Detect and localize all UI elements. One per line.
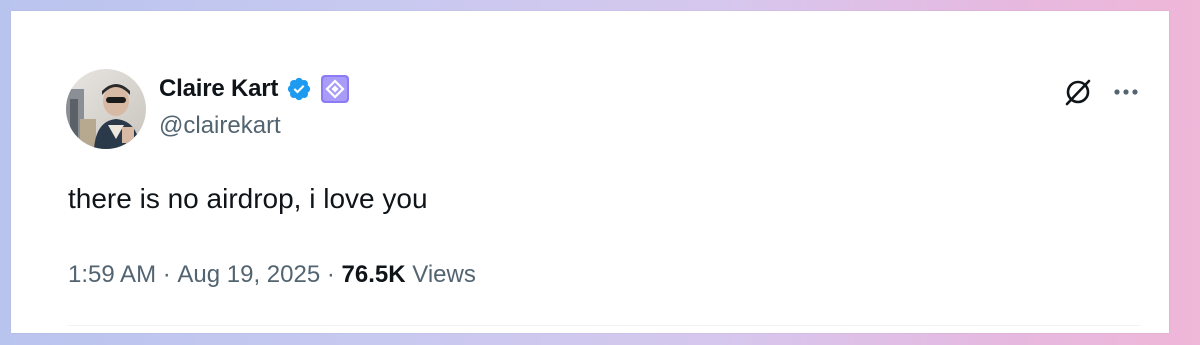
views-label[interactable]: Views: [412, 261, 476, 289]
grok-icon: [1065, 79, 1091, 106]
author-handle[interactable]: @clairekart: [159, 112, 281, 140]
tweet-card: Claire Kart @clairekart there is no aird…: [11, 11, 1169, 333]
meta-separator: [406, 261, 413, 289]
avatar-image: [66, 69, 146, 149]
more-options-icon: [1114, 89, 1138, 95]
views-count[interactable]: 76.5K: [342, 261, 406, 289]
tweet-time[interactable]: 1:59 AM: [68, 261, 156, 289]
author-name-row: Claire Kart: [159, 73, 350, 105]
avatar[interactable]: [66, 69, 146, 149]
gradient-frame: Claire Kart @clairekart there is no aird…: [0, 0, 1200, 345]
verified-badge-icon[interactable]: [286, 76, 312, 102]
meta-separator-dot-2: ·: [326, 261, 335, 288]
author-display-name[interactable]: Claire Kart: [159, 75, 278, 103]
meta-separator: [156, 261, 163, 289]
meta-separator: [320, 261, 327, 289]
tweet-meta: 1:59 AM · Aug 19, 2025 · 76.5K Views: [68, 261, 476, 289]
meta-separator: [171, 261, 178, 289]
meta-separator-dot: ·: [162, 261, 171, 288]
divider: [68, 325, 1140, 326]
grok-button[interactable]: [1061, 75, 1095, 109]
tweet-date[interactable]: Aug 19, 2025: [177, 261, 320, 289]
meta-separator: [335, 261, 342, 289]
tweet-text: there is no airdrop, i love you: [68, 183, 428, 214]
diamond-badge-icon[interactable]: [320, 74, 350, 104]
more-options-button[interactable]: [1109, 75, 1143, 109]
